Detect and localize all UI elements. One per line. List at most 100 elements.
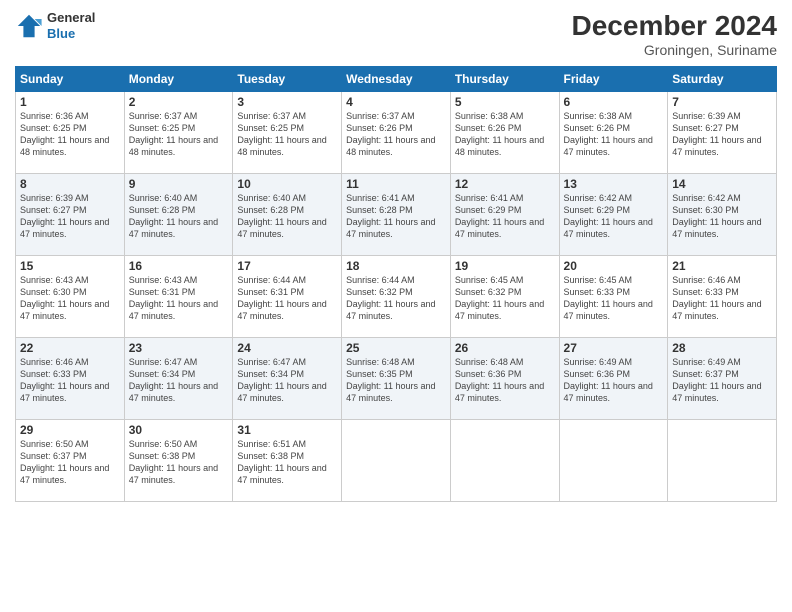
table-row: 29 Sunrise: 6:50 AMSunset: 6:37 PMDaylig… (16, 420, 125, 502)
cell-info: Sunrise: 6:36 AMSunset: 6:25 PMDaylight:… (20, 111, 109, 157)
day-number: 15 (20, 259, 120, 273)
table-row (450, 420, 559, 502)
cell-info: Sunrise: 6:44 AMSunset: 6:32 PMDaylight:… (346, 275, 435, 321)
logo: General Blue (15, 10, 95, 41)
day-number: 22 (20, 341, 120, 355)
day-number: 18 (346, 259, 446, 273)
cell-info: Sunrise: 6:37 AMSunset: 6:25 PMDaylight:… (129, 111, 218, 157)
day-number: 13 (564, 177, 664, 191)
table-row: 8 Sunrise: 6:39 AMSunset: 6:27 PMDayligh… (16, 174, 125, 256)
table-row: 28 Sunrise: 6:49 AMSunset: 6:37 PMDaylig… (668, 338, 777, 420)
calendar-week-row: 29 Sunrise: 6:50 AMSunset: 6:37 PMDaylig… (16, 420, 777, 502)
col-monday: Monday (124, 67, 233, 92)
cell-info: Sunrise: 6:42 AMSunset: 6:30 PMDaylight:… (672, 193, 761, 239)
day-number: 31 (237, 423, 337, 437)
cell-info: Sunrise: 6:42 AMSunset: 6:29 PMDaylight:… (564, 193, 653, 239)
logo-icon (15, 12, 43, 40)
day-number: 11 (346, 177, 446, 191)
title-block: December 2024 Groningen, Suriname (572, 10, 777, 58)
table-row: 24 Sunrise: 6:47 AMSunset: 6:34 PMDaylig… (233, 338, 342, 420)
day-number: 17 (237, 259, 337, 273)
table-row: 31 Sunrise: 6:51 AMSunset: 6:38 PMDaylig… (233, 420, 342, 502)
calendar-week-row: 22 Sunrise: 6:46 AMSunset: 6:33 PMDaylig… (16, 338, 777, 420)
table-row: 17 Sunrise: 6:44 AMSunset: 6:31 PMDaylig… (233, 256, 342, 338)
col-friday: Friday (559, 67, 668, 92)
table-row: 18 Sunrise: 6:44 AMSunset: 6:32 PMDaylig… (342, 256, 451, 338)
cell-info: Sunrise: 6:46 AMSunset: 6:33 PMDaylight:… (20, 357, 109, 403)
cell-info: Sunrise: 6:47 AMSunset: 6:34 PMDaylight:… (237, 357, 326, 403)
day-number: 10 (237, 177, 337, 191)
col-sunday: Sunday (16, 67, 125, 92)
cell-info: Sunrise: 6:48 AMSunset: 6:35 PMDaylight:… (346, 357, 435, 403)
day-number: 28 (672, 341, 772, 355)
calendar-week-row: 8 Sunrise: 6:39 AMSunset: 6:27 PMDayligh… (16, 174, 777, 256)
table-row: 20 Sunrise: 6:45 AMSunset: 6:33 PMDaylig… (559, 256, 668, 338)
cell-info: Sunrise: 6:50 AMSunset: 6:38 PMDaylight:… (129, 439, 218, 485)
cell-info: Sunrise: 6:39 AMSunset: 6:27 PMDaylight:… (672, 111, 761, 157)
cell-info: Sunrise: 6:45 AMSunset: 6:32 PMDaylight:… (455, 275, 544, 321)
cell-info: Sunrise: 6:38 AMSunset: 6:26 PMDaylight:… (455, 111, 544, 157)
day-number: 25 (346, 341, 446, 355)
table-row: 27 Sunrise: 6:49 AMSunset: 6:36 PMDaylig… (559, 338, 668, 420)
header: General Blue December 2024 Groningen, Su… (15, 10, 777, 58)
table-row: 23 Sunrise: 6:47 AMSunset: 6:34 PMDaylig… (124, 338, 233, 420)
table-row (342, 420, 451, 502)
cell-info: Sunrise: 6:47 AMSunset: 6:34 PMDaylight:… (129, 357, 218, 403)
table-row: 9 Sunrise: 6:40 AMSunset: 6:28 PMDayligh… (124, 174, 233, 256)
table-row (559, 420, 668, 502)
cell-info: Sunrise: 6:48 AMSunset: 6:36 PMDaylight:… (455, 357, 544, 403)
table-row: 26 Sunrise: 6:48 AMSunset: 6:36 PMDaylig… (450, 338, 559, 420)
calendar-week-row: 15 Sunrise: 6:43 AMSunset: 6:30 PMDaylig… (16, 256, 777, 338)
cell-info: Sunrise: 6:49 AMSunset: 6:37 PMDaylight:… (672, 357, 761, 403)
day-number: 23 (129, 341, 229, 355)
cell-info: Sunrise: 6:43 AMSunset: 6:31 PMDaylight:… (129, 275, 218, 321)
table-row (668, 420, 777, 502)
cell-info: Sunrise: 6:40 AMSunset: 6:28 PMDaylight:… (129, 193, 218, 239)
day-number: 8 (20, 177, 120, 191)
table-row: 6 Sunrise: 6:38 AMSunset: 6:26 PMDayligh… (559, 92, 668, 174)
cell-info: Sunrise: 6:39 AMSunset: 6:27 PMDaylight:… (20, 193, 109, 239)
cell-info: Sunrise: 6:38 AMSunset: 6:26 PMDaylight:… (564, 111, 653, 157)
calendar-table: Sunday Monday Tuesday Wednesday Thursday… (15, 66, 777, 502)
day-number: 1 (20, 95, 120, 109)
day-number: 24 (237, 341, 337, 355)
table-row: 10 Sunrise: 6:40 AMSunset: 6:28 PMDaylig… (233, 174, 342, 256)
calendar-header-row: Sunday Monday Tuesday Wednesday Thursday… (16, 67, 777, 92)
col-thursday: Thursday (450, 67, 559, 92)
day-number: 29 (20, 423, 120, 437)
logo-text: General Blue (47, 10, 95, 41)
day-number: 12 (455, 177, 555, 191)
cell-info: Sunrise: 6:49 AMSunset: 6:36 PMDaylight:… (564, 357, 653, 403)
cell-info: Sunrise: 6:44 AMSunset: 6:31 PMDaylight:… (237, 275, 326, 321)
table-row: 13 Sunrise: 6:42 AMSunset: 6:29 PMDaylig… (559, 174, 668, 256)
subtitle: Groningen, Suriname (572, 42, 777, 58)
day-number: 6 (564, 95, 664, 109)
logo-general: General (47, 10, 95, 26)
table-row: 25 Sunrise: 6:48 AMSunset: 6:35 PMDaylig… (342, 338, 451, 420)
table-row: 3 Sunrise: 6:37 AMSunset: 6:25 PMDayligh… (233, 92, 342, 174)
table-row: 11 Sunrise: 6:41 AMSunset: 6:28 PMDaylig… (342, 174, 451, 256)
table-row: 2 Sunrise: 6:37 AMSunset: 6:25 PMDayligh… (124, 92, 233, 174)
table-row: 15 Sunrise: 6:43 AMSunset: 6:30 PMDaylig… (16, 256, 125, 338)
day-number: 14 (672, 177, 772, 191)
table-row: 30 Sunrise: 6:50 AMSunset: 6:38 PMDaylig… (124, 420, 233, 502)
table-row: 22 Sunrise: 6:46 AMSunset: 6:33 PMDaylig… (16, 338, 125, 420)
day-number: 2 (129, 95, 229, 109)
page: General Blue December 2024 Groningen, Su… (0, 0, 792, 612)
day-number: 30 (129, 423, 229, 437)
cell-info: Sunrise: 6:45 AMSunset: 6:33 PMDaylight:… (564, 275, 653, 321)
day-number: 20 (564, 259, 664, 273)
calendar-week-row: 1 Sunrise: 6:36 AMSunset: 6:25 PMDayligh… (16, 92, 777, 174)
col-saturday: Saturday (668, 67, 777, 92)
table-row: 21 Sunrise: 6:46 AMSunset: 6:33 PMDaylig… (668, 256, 777, 338)
cell-info: Sunrise: 6:41 AMSunset: 6:29 PMDaylight:… (455, 193, 544, 239)
table-row: 19 Sunrise: 6:45 AMSunset: 6:32 PMDaylig… (450, 256, 559, 338)
day-number: 27 (564, 341, 664, 355)
table-row: 12 Sunrise: 6:41 AMSunset: 6:29 PMDaylig… (450, 174, 559, 256)
day-number: 5 (455, 95, 555, 109)
cell-info: Sunrise: 6:41 AMSunset: 6:28 PMDaylight:… (346, 193, 435, 239)
cell-info: Sunrise: 6:50 AMSunset: 6:37 PMDaylight:… (20, 439, 109, 485)
table-row: 14 Sunrise: 6:42 AMSunset: 6:30 PMDaylig… (668, 174, 777, 256)
day-number: 9 (129, 177, 229, 191)
cell-info: Sunrise: 6:40 AMSunset: 6:28 PMDaylight:… (237, 193, 326, 239)
